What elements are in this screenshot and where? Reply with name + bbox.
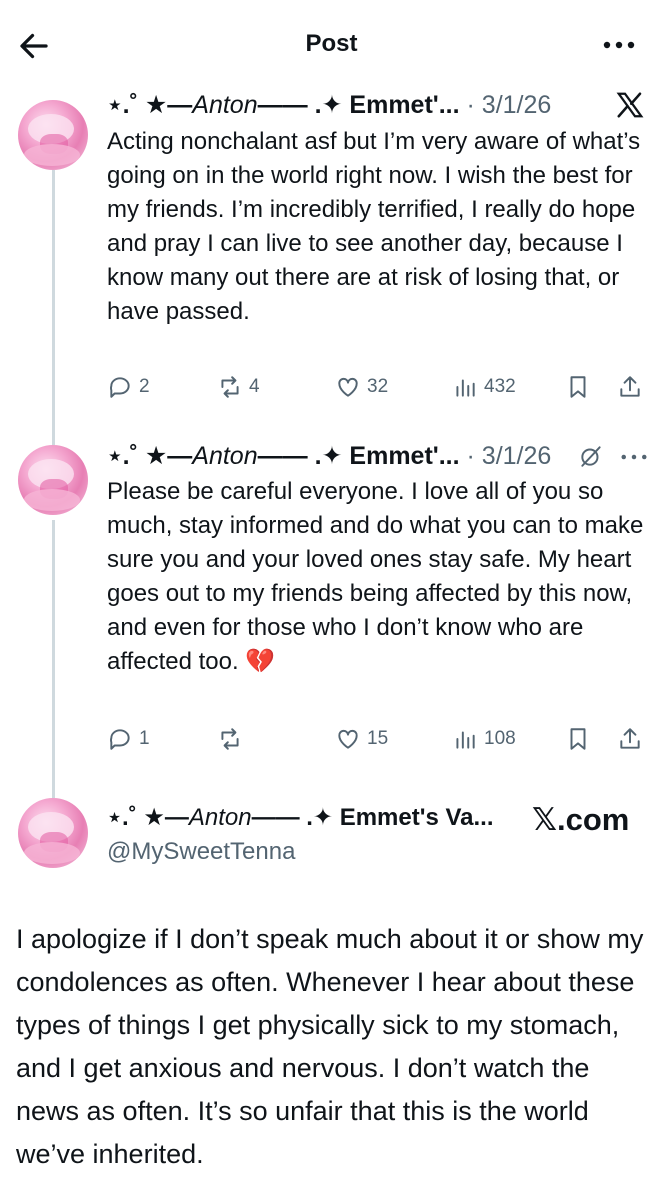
- repost-count: 4: [249, 376, 260, 397]
- reply-icon: [110, 377, 130, 398]
- display-name-italic: Anton: [192, 442, 258, 470]
- share-button[interactable]: [617, 372, 643, 402]
- reply-icon: [110, 729, 130, 750]
- repost-icon: [221, 376, 239, 398]
- avatar[interactable]: [18, 100, 88, 170]
- display-name-italic: Anton: [188, 804, 252, 831]
- display-name-prefix: ⋆.˚ ★—: [107, 804, 189, 831]
- bookmark-icon: [570, 376, 586, 398]
- like-button[interactable]: 32: [335, 372, 388, 402]
- post-date[interactable]: · 3/1/26: [467, 442, 552, 470]
- main-post-text: I apologize if I don’t speak much about …: [16, 924, 644, 1169]
- display-name-suffix: —— .✦ Emmet's Va...: [251, 804, 494, 831]
- thread-connector: [52, 520, 55, 798]
- views-count: 108: [484, 728, 516, 749]
- more-icon[interactable]: [601, 30, 637, 60]
- reply-button[interactable]: 1: [107, 724, 150, 754]
- post-header: ⋆.˚ ★—Anton—— .✦ Emmet'... · 3/1/26: [107, 90, 551, 120]
- top-bar: Post: [0, 0, 663, 90]
- avatar[interactable]: [18, 445, 88, 515]
- views-icon: [456, 379, 475, 397]
- like-count: 32: [367, 376, 389, 397]
- post-actions: 1 15 108: [107, 724, 647, 754]
- share-icon: [620, 728, 640, 749]
- more-icon[interactable]: [620, 452, 648, 462]
- display-name-suffix: —— .✦ Emmet'...: [257, 442, 460, 470]
- thread-connector: [52, 170, 55, 445]
- bookmark-button[interactable]: [565, 372, 591, 402]
- reply-count: 2: [139, 376, 150, 397]
- x-logo-icon[interactable]: [615, 90, 645, 120]
- avatar[interactable]: [18, 798, 88, 868]
- views-icon: [456, 731, 475, 749]
- reply-button[interactable]: 2: [107, 372, 150, 402]
- repost-button[interactable]: 4: [217, 372, 260, 402]
- bookmark-button[interactable]: [565, 724, 591, 754]
- views-button[interactable]: 108: [452, 724, 516, 754]
- like-icon: [338, 729, 358, 749]
- bookmark-icon: [570, 728, 586, 750]
- post-header: ⋆.˚ ★—Anton—— .✦ Emmet'... · 3/1/26: [107, 441, 551, 471]
- repost-button[interactable]: [217, 724, 249, 754]
- post-actions: 2 4 32 432: [107, 372, 647, 402]
- author-name: ⋆.˚ ★—Anton—— .✦ Emmet's Va...: [107, 803, 494, 832]
- grok-icon[interactable]: [578, 443, 604, 469]
- display-name-suffix: —— .✦ Emmet'...: [257, 91, 460, 119]
- views-button[interactable]: 432: [452, 372, 516, 402]
- post-text: Acting nonchalant asf but I’m very aware…: [107, 128, 641, 325]
- display-name-prefix: ⋆.˚ ★—: [107, 442, 193, 470]
- display-name-italic: Anton: [192, 91, 258, 119]
- reply-count: 1: [139, 728, 150, 749]
- display-name-prefix: ⋆.˚ ★—: [107, 91, 193, 119]
- like-count: 15: [367, 728, 389, 749]
- post-text: Please be careful everyone. I love all o…: [107, 478, 644, 675]
- repost-icon: [221, 728, 239, 750]
- post-date[interactable]: · 3/1/26: [467, 91, 552, 119]
- like-icon: [338, 377, 358, 397]
- views-count: 432: [484, 376, 516, 397]
- share-icon: [620, 376, 640, 397]
- page-title: Post: [305, 30, 358, 57]
- share-button[interactable]: [617, 724, 643, 754]
- like-button[interactable]: 15: [335, 724, 388, 754]
- author-handle[interactable]: @MySweetTenna: [107, 838, 295, 866]
- x-com-label[interactable]: 𝕏.com: [532, 802, 629, 838]
